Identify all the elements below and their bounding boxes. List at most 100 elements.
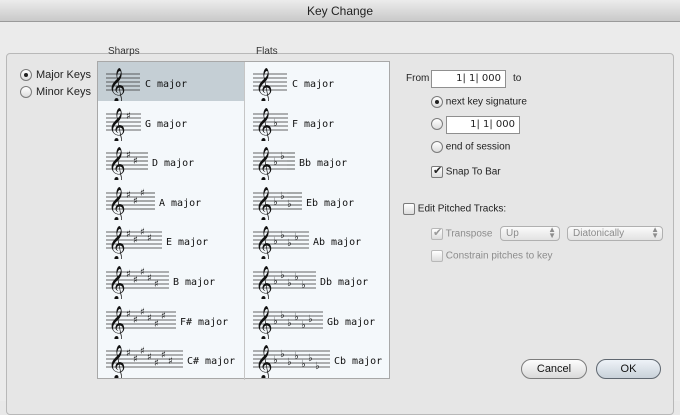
flat-icon: ♭ [273, 118, 278, 129]
edit-pitched-tracks-option[interactable]: Edit Pitched Tracks: [403, 203, 506, 215]
to-position-radio[interactable] [431, 118, 443, 130]
constrain-pitches-checkbox[interactable] [431, 250, 443, 262]
key-label: Ab major [313, 237, 362, 249]
key-mode-group: Major Keys Minor Keys [20, 66, 91, 100]
flat-icon: ♭ [301, 280, 306, 291]
treble-clef-icon: 𝄞 [255, 187, 273, 220]
sharp-icon: ♯ [126, 269, 131, 280]
next-key-option[interactable]: next key signature [431, 96, 527, 108]
flat-icon: ♭ [280, 230, 285, 241]
key-label: Cb major [334, 356, 383, 368]
key-label: E major [166, 237, 209, 249]
window-title: Key Change [0, 0, 680, 22]
treble-clef-icon: 𝄞 [108, 345, 126, 378]
major-keys-option[interactable]: Major Keys [20, 66, 91, 83]
treble-clef-icon: 𝄞 [255, 68, 273, 101]
flat-icon: ♭ [294, 312, 299, 323]
key-label: B major [173, 277, 216, 288]
snap-to-bar-label: Snap To Bar [445, 166, 501, 178]
to-position-option[interactable] [431, 118, 443, 130]
flat-icon: ♭ [280, 310, 285, 321]
transpose-method-popup[interactable]: Diatonically ▲ ▼ [567, 226, 663, 241]
flats-key-item[interactable]: 𝄞 ♭ ♭ ♭ ♭ ♭ ♭ ♭ Cb major [245, 339, 391, 378]
sharps-key-item[interactable]: 𝄞 ♯ ♯ D major [98, 141, 244, 180]
flats-key-item[interactable]: 𝄞 C major [245, 62, 391, 101]
key-label: A major [159, 197, 202, 209]
snap-to-bar-checkbox[interactable] [431, 164, 443, 178]
flat-icon: ♭ [280, 270, 285, 281]
flats-key-item[interactable]: 𝄞 ♭ ♭ ♭ Eb major [245, 181, 391, 220]
treble-clef-icon: 𝄞 [255, 226, 273, 259]
edit-pitched-tracks-checkbox[interactable] [403, 203, 415, 215]
minor-keys-radio[interactable] [20, 85, 32, 98]
key-label: Db major [320, 277, 369, 288]
flat-icon: ♭ [294, 232, 299, 243]
flat-icon: ♭ [280, 349, 285, 360]
sharp-icon: ♯ [133, 315, 138, 326]
minor-keys-option[interactable]: Minor Keys [20, 83, 91, 100]
sharp-icon: ♯ [133, 275, 138, 286]
key-label: C major [145, 79, 188, 90]
key-label: Gb major [327, 316, 376, 328]
flat-icon: ♭ [294, 272, 299, 283]
flat-icon: ♭ [301, 320, 306, 331]
flats-key-item[interactable]: 𝄞 ♭ ♭ ♭ ♭ ♭ Db major [245, 260, 391, 299]
flat-icon: ♭ [280, 191, 285, 202]
from-position-field[interactable]: 1| 1| 000 [431, 70, 506, 88]
flats-key-item[interactable]: 𝄞 ♭ ♭ ♭ ♭ Ab major [245, 220, 391, 259]
transpose-direction-popup[interactable]: Up ▲ ▼ [500, 226, 560, 241]
flat-icon: ♭ [280, 151, 285, 162]
sharp-icon: ♯ [133, 156, 138, 167]
minor-keys-label: Minor Keys [36, 85, 92, 98]
flats-key-item[interactable]: 𝄞 ♭ ♭ ♭ ♭ ♭ ♭ Gb major [245, 300, 391, 339]
transpose-option[interactable]: Transpose [431, 226, 492, 240]
treble-clef-icon: 𝄞 [255, 306, 273, 339]
sharp-icon: ♯ [126, 229, 131, 240]
sharps-key-item[interactable]: 𝄞 ♯ ♯ ♯ ♯ E major [98, 220, 244, 259]
edit-pitched-tracks-label: Edit Pitched Tracks: [417, 203, 507, 215]
constrain-pitches-option[interactable]: Constrain pitches to key [431, 250, 553, 262]
sharp-icon: ♯ [133, 235, 138, 246]
treble-clef-icon: 𝄞 [108, 187, 126, 220]
sharps-key-item[interactable]: 𝄞 ♯ G major [98, 102, 244, 141]
sharps-key-item[interactable]: 𝄞 C major [98, 62, 244, 101]
flats-key-item[interactable]: 𝄞 ♭ F major [245, 102, 391, 141]
treble-clef-icon: 𝄞 [255, 345, 273, 378]
to-position-field[interactable]: 1| 1| 000 [446, 116, 520, 134]
treble-clef-icon: 𝄞 [108, 68, 126, 101]
sharp-icon: ♯ [147, 233, 152, 244]
treble-clef-icon: 𝄞 [255, 147, 273, 180]
major-keys-radio[interactable] [20, 68, 32, 81]
snap-to-bar-option[interactable]: Snap To Bar [431, 164, 501, 178]
sharp-icon: ♯ [147, 273, 152, 284]
transpose-checkbox[interactable] [431, 226, 443, 240]
sharp-icon: ♯ [133, 196, 138, 207]
popup-arrows-icon: ▲ ▼ [651, 225, 659, 240]
key-label: Eb major [306, 197, 355, 209]
staff-icon: 𝄞 ♯♯♯♯♯ [106, 266, 169, 299]
sharp-icon: ♯ [126, 348, 131, 359]
flats-header: Flats [256, 46, 278, 57]
ok-button[interactable]: OK [596, 359, 661, 379]
sharps-key-item[interactable]: 𝄞 ♯ ♯ ♯ ♯ ♯ B major [98, 260, 244, 299]
treble-clef-icon: 𝄞 [108, 266, 126, 299]
flat-icon: ♭ [273, 157, 278, 168]
sharp-icon: ♯ [126, 150, 131, 161]
next-key-radio[interactable] [431, 96, 443, 108]
end-of-session-radio[interactable] [431, 141, 443, 153]
key-label: G major [145, 118, 188, 130]
next-key-label: next key signature [445, 96, 527, 108]
sharps-header: Sharps [108, 46, 140, 57]
flats-key-item[interactable]: 𝄞 ♭ ♭ Bb major [245, 141, 391, 180]
key-signature-list: 𝄞 C major 𝄞 ♯ G major 𝄞 ♯ ♯ D major 𝄞 ♯ ♯ ♯ A major 𝄞 ♯… [97, 61, 391, 380]
sharps-key-item[interactable]: 𝄞 ♯ ♯ ♯ ♯ ♯ ♯ F# major [98, 300, 244, 339]
sharp-icon: ♯ [133, 354, 138, 365]
key-label: F major [292, 118, 335, 130]
flat-icon: ♭ [273, 197, 278, 208]
sharps-key-item[interactable]: 𝄞 ♯ ♯ ♯ A major [98, 181, 244, 220]
sharps-key-item[interactable]: 𝄞 ♯ ♯ ♯ ♯ ♯ ♯ ♯ C# major [98, 339, 244, 378]
sharp-icon: ♯ [126, 111, 131, 122]
cancel-button[interactable]: Cancel [521, 359, 587, 379]
constrain-pitches-label: Constrain pitches to key [445, 250, 553, 262]
end-of-session-option[interactable]: end of session [431, 141, 510, 153]
